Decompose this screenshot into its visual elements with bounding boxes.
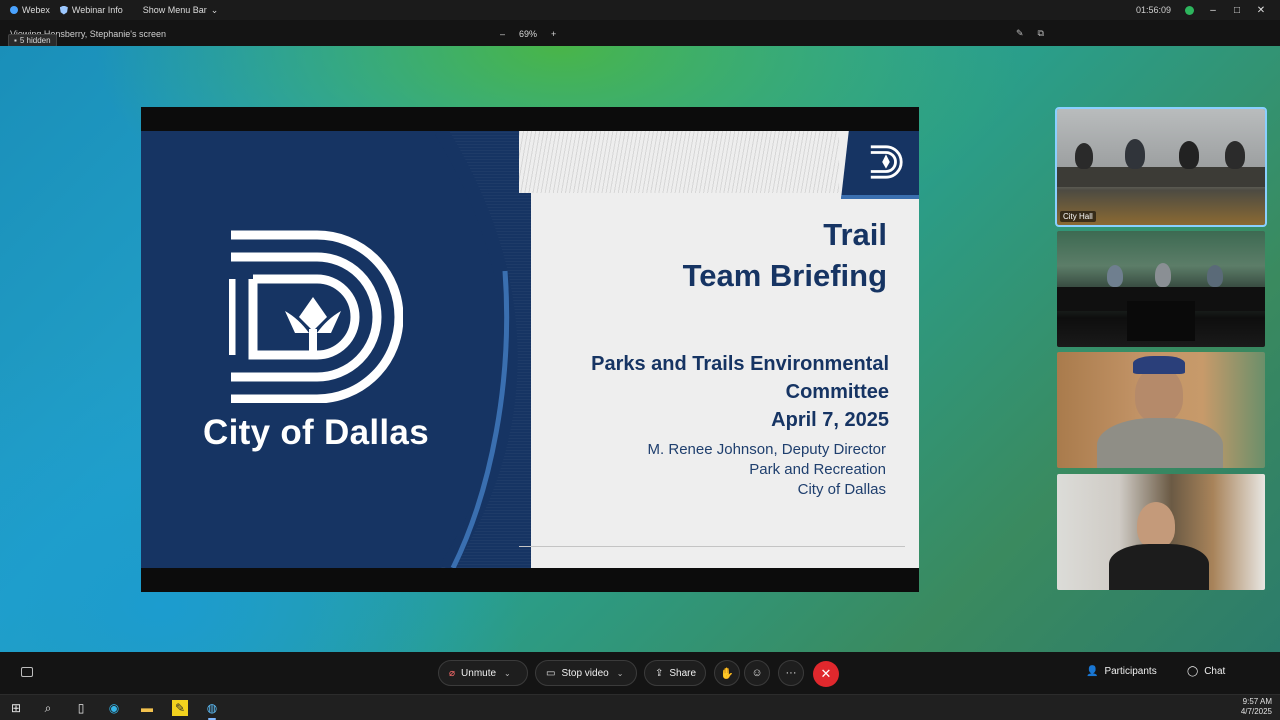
window-title-bar: Webex Webinar Info Show Menu Bar ⌄ 01:56…	[0, 0, 1280, 20]
clock-date: 4/7/2025	[1240, 707, 1272, 716]
slide-title-line2: Team Briefing	[682, 258, 887, 293]
close-window-button[interactable]: ✕	[1256, 5, 1266, 16]
chevron-down-icon[interactable]: ⌄	[504, 669, 511, 678]
unmute-label: Unmute	[461, 667, 497, 679]
reactions-button[interactable]: ☺	[744, 660, 770, 686]
webinar-info-button[interactable]: Webinar Info	[59, 5, 123, 15]
participant-shirt	[1109, 544, 1209, 590]
participant-hoodie	[1097, 418, 1223, 468]
person-icon: 👤	[1086, 666, 1099, 677]
zoom-controls: – 69% +	[500, 29, 556, 39]
show-menu-bar-button[interactable]: Show Menu Bar ⌄	[143, 5, 219, 16]
app-name: Webex	[22, 5, 50, 15]
share-label: Share	[669, 667, 697, 679]
zoom-in-button[interactable]: +	[551, 29, 556, 39]
share-view-bar: Viewing Hensberry, Stephanie's screen ▪ …	[0, 20, 1280, 47]
smiley-icon: ☺	[751, 667, 763, 679]
zoom-out-button[interactable]: –	[500, 29, 505, 39]
connection-status-icon	[1185, 5, 1194, 15]
close-icon: ✕	[820, 666, 832, 681]
show-menu-bar-label: Show Menu Bar	[142, 5, 207, 15]
meeting-timer: 01:56:09	[1135, 5, 1171, 15]
camera-icon: ▭	[546, 667, 556, 679]
raise-hand-button[interactable]: ✋	[714, 660, 740, 686]
slide-title-line1: Trail	[823, 217, 887, 252]
windows-start-icon[interactable]: ⊞	[8, 700, 24, 716]
windows-taskbar: ⊞ ⌕ ▯ ◉ ▬ ✎ ◍ 9:57 AM 4/7/2025	[0, 694, 1280, 720]
meeting-controls: ⌀ Unmute ⌄ ▭ Stop video ⌄ ⇪ Share ✋ ☺ ··…	[0, 652, 1280, 694]
participant-figure	[1125, 139, 1145, 169]
webinar-info-label: Webinar Info	[71, 5, 123, 15]
slide-stripe-pattern	[519, 131, 839, 193]
file-icon[interactable]: ▯	[73, 700, 89, 716]
hidden-count: 5 hidden	[19, 36, 51, 45]
edge-browser-icon[interactable]: ◉	[106, 700, 122, 716]
pop-out-icon[interactable]: ⧉	[1038, 28, 1044, 39]
meeting-stage: City of Dallas Trail Team Briefing Parks…	[0, 46, 1280, 652]
participant-figure	[1155, 263, 1171, 287]
unmute-button[interactable]: ⌀ Unmute ⌄	[438, 660, 528, 686]
participants-label: Participants	[1104, 666, 1157, 677]
shield-icon	[59, 5, 68, 15]
slide-subtitle-line2: Committee	[785, 381, 889, 403]
annotate-icon[interactable]: ✎	[1016, 28, 1024, 39]
lock-icon: ▪	[14, 36, 17, 45]
video-tile-chamber[interactable]	[1057, 231, 1265, 347]
participant-figure	[1075, 143, 1093, 169]
sticky-notes-icon[interactable]: ✎	[172, 700, 188, 716]
webex-taskbar-icon[interactable]: ◍	[204, 700, 220, 720]
webex-logo-icon	[10, 6, 18, 14]
slide-presenter-name: M. Renee Johnson, Deputy Director	[647, 441, 886, 458]
share-screen-icon: ⇪	[655, 667, 664, 679]
share-button[interactable]: ⇪ Share	[644, 660, 706, 686]
webex-app-menu[interactable]: Webex	[10, 5, 50, 15]
system-clock[interactable]: 9:57 AM 4/7/2025	[1241, 697, 1272, 717]
more-options-button[interactable]: ···	[778, 660, 804, 686]
participants-button[interactable]: 👤 Participants	[1086, 666, 1157, 677]
slide-corner-logo	[841, 131, 919, 199]
participant-figure	[1225, 141, 1245, 169]
slide-presenter-department: Park and Recreation	[749, 461, 886, 478]
video-tile-participant-3[interactable]	[1057, 352, 1265, 468]
participant-figure	[1207, 265, 1223, 287]
minimize-button[interactable]: –	[1208, 5, 1218, 16]
participant-face	[1135, 366, 1183, 422]
participant-face	[1137, 502, 1175, 548]
chevron-down-icon: ⌄	[210, 4, 219, 15]
zoom-level: 69%	[519, 29, 538, 39]
more-icon: ···	[785, 667, 797, 679]
search-icon[interactable]: ⌕	[40, 700, 56, 716]
slide-date: April 7, 2025	[771, 409, 889, 431]
chat-bubble-icon: ◯	[1187, 666, 1199, 677]
slide-divider-line	[519, 546, 905, 547]
participant-cap	[1133, 356, 1185, 374]
slide-presenter-organization: City of Dallas	[797, 481, 886, 498]
file-explorer-icon[interactable]: ▬	[139, 700, 155, 716]
chevron-down-icon[interactable]: ⌄	[617, 669, 624, 678]
video-tile-participant-4[interactable]	[1057, 474, 1265, 590]
microphone-muted-icon: ⌀	[449, 667, 456, 679]
shared-screen: City of Dallas Trail Team Briefing Parks…	[141, 107, 919, 592]
maximize-button[interactable]: □	[1232, 5, 1242, 16]
stop-video-label: Stop video	[561, 667, 609, 679]
clock-time: 9:57 AM	[1242, 697, 1272, 706]
participant-figure	[1179, 141, 1199, 169]
presentation-slide: City of Dallas Trail Team Briefing Parks…	[141, 131, 919, 568]
slide-city-name: City of Dallas	[203, 413, 429, 452]
video-tile-city-hall[interactable]: City Hall	[1055, 107, 1267, 227]
leave-meeting-button[interactable]: ✕	[813, 661, 839, 687]
tile-label: City Hall	[1060, 211, 1096, 222]
city-of-dallas-logo-icon	[229, 230, 403, 403]
participant-figure	[1107, 265, 1123, 287]
layout-icon[interactable]	[21, 667, 33, 677]
slide-subtitle-line1: Parks and Trails Environmental	[591, 353, 889, 375]
chat-label: Chat	[1204, 666, 1226, 677]
chat-button[interactable]: ◯ Chat	[1187, 666, 1225, 677]
dallas-logo-small-icon	[870, 145, 903, 179]
stop-video-button[interactable]: ▭ Stop video ⌄	[535, 660, 637, 686]
hand-icon: ✋	[720, 667, 734, 680]
